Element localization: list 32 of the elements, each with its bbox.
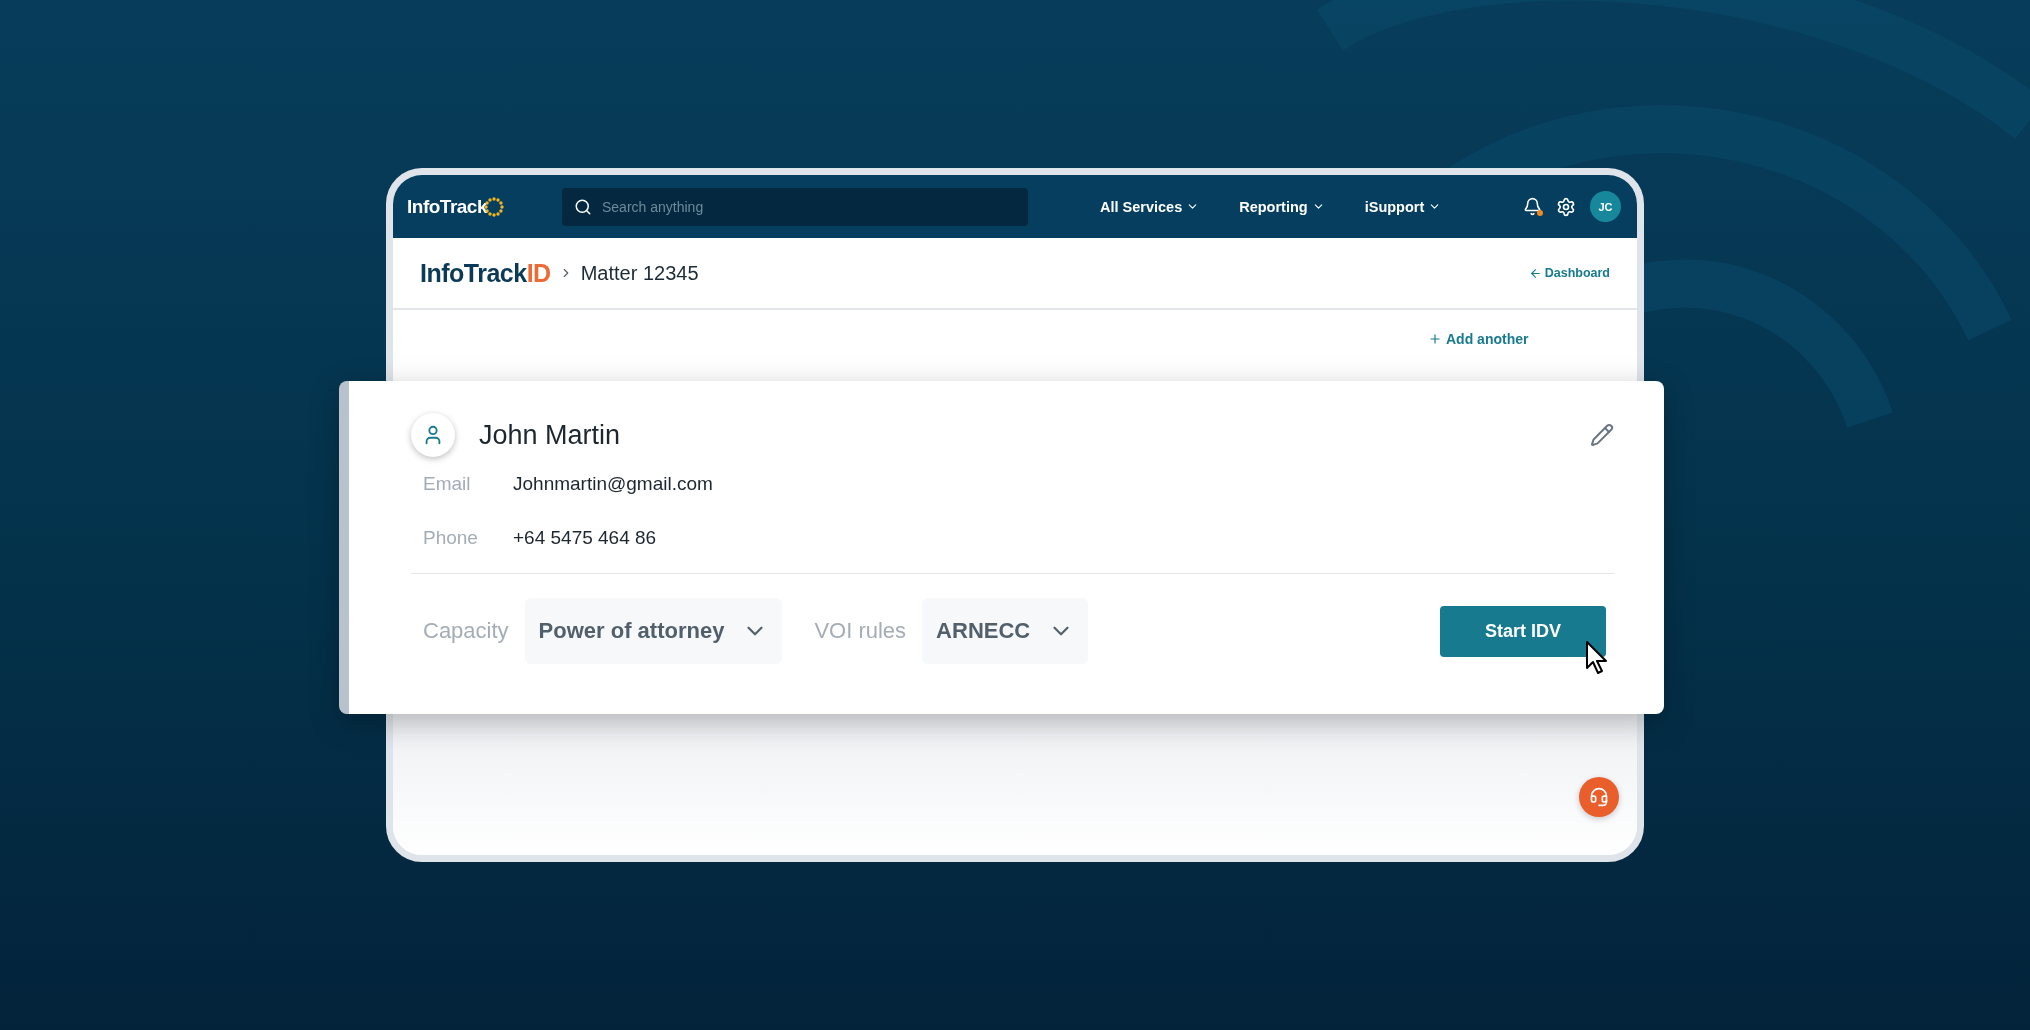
plus-icon [1428,332,1442,346]
product-logo: InfoTrackID [420,258,551,288]
dropdown-select[interactable]: Power of attorney [524,598,783,664]
bell-icon [1523,197,1542,216]
field-value: +64 5475 464 86 [513,527,657,549]
edit-button[interactable] [1590,423,1614,447]
search-field[interactable]: Search anything [562,187,1028,226]
dropdown-select[interactable]: ARNECC [922,598,1089,664]
select-label: VOI rules [814,618,907,644]
mouse-pointer-icon [1585,640,1609,676]
select-label: Capacity [423,618,509,644]
user-avatar[interactable]: JC [1590,191,1621,222]
arrow-left-icon [1528,266,1542,280]
add-another-button[interactable]: Add another [1422,330,1535,348]
notification-button[interactable] [1523,197,1542,216]
settings-icon [1556,196,1576,217]
nav-menu[interactable]: iSupport [1364,198,1442,215]
nav-menu[interactable]: Reporting [1239,198,1325,215]
field-value: Johnmartin@gmail.com [513,473,713,495]
dashboard-link[interactable]: Dashboard [1528,266,1610,280]
search-icon [574,197,592,216]
headset-icon [1589,787,1609,807]
settings-button[interactable] [1556,196,1576,217]
field-label: Phone [423,527,479,549]
field-label: Email [423,473,472,495]
start-idv-button[interactable]: Start IDV [1440,605,1606,657]
support-button[interactable] [1579,777,1619,817]
infotrack-logo[interactable]: InfoTrack [407,195,505,218]
person-name: John Martin [479,419,621,451]
breadcrumb-current: Matter 12345 [580,261,699,285]
pencil-icon [1590,423,1614,447]
nav-menu[interactable]: All Services [1100,198,1200,215]
